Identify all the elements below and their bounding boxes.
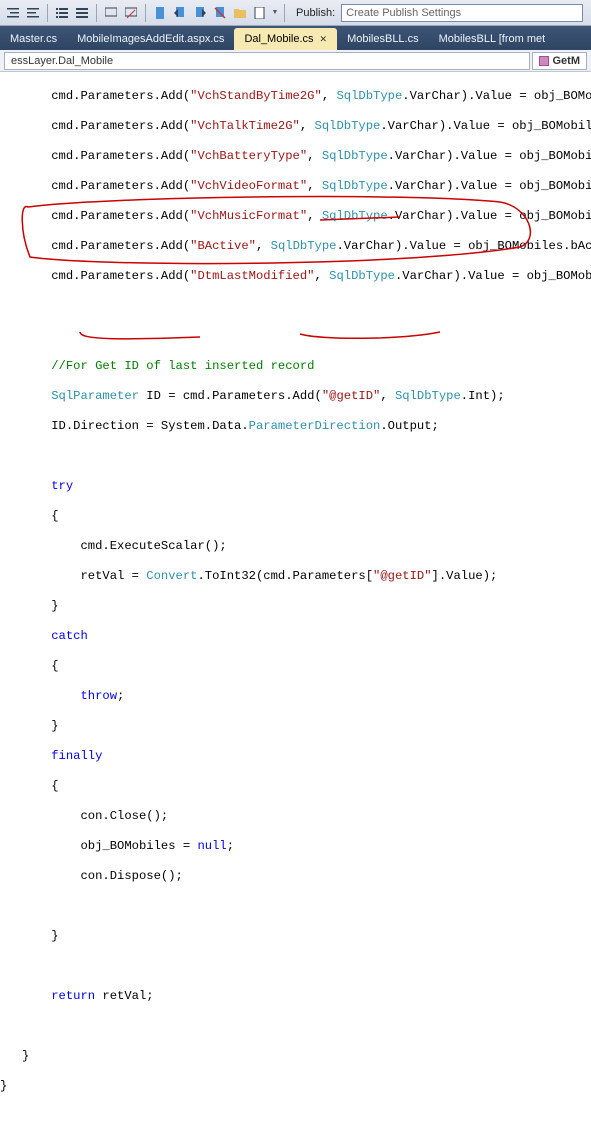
bookmark-clear-icon[interactable] bbox=[211, 4, 229, 22]
method-icon bbox=[539, 56, 549, 66]
code-line bbox=[0, 899, 591, 914]
outdent-icon[interactable] bbox=[4, 4, 22, 22]
list-icon[interactable] bbox=[53, 4, 71, 22]
code-line: ID.Direction = System.Data.ParameterDire… bbox=[0, 419, 591, 434]
code-line: } bbox=[0, 719, 591, 734]
editor-tabstrip: Master.cs MobileImagesAddEdit.aspx.cs Da… bbox=[0, 26, 591, 50]
code-line: finally bbox=[0, 749, 591, 764]
publish-combo[interactable]: Create Publish Settings bbox=[341, 4, 583, 22]
tab-mobileimages[interactable]: MobileImagesAddEdit.aspx.cs bbox=[67, 28, 234, 50]
code-line: cmd.Parameters.Add("VchMusicFormat", Sql… bbox=[0, 209, 591, 224]
code-line: cmd.Parameters.Add("VchStandByTime2G", S… bbox=[0, 89, 591, 104]
code-line: cmd.Parameters.Add("VchVideoFormat", Sql… bbox=[0, 179, 591, 194]
code-line: } bbox=[0, 1049, 591, 1064]
tab-mobilesbll[interactable]: MobilesBLL.cs bbox=[337, 28, 429, 50]
code-line: con.Close(); bbox=[0, 809, 591, 824]
toolbar-separator bbox=[47, 4, 48, 22]
code-line: cmd.Parameters.Add("BActive", SqlDbType.… bbox=[0, 239, 591, 254]
tab-label: Master.cs bbox=[10, 33, 57, 45]
code-line: { bbox=[0, 779, 591, 794]
code-line: SqlParameter ID = cmd.Parameters.Add("@g… bbox=[0, 389, 591, 404]
close-icon[interactable]: ✕ bbox=[320, 34, 328, 45]
tab-label: MobileImagesAddEdit.aspx.cs bbox=[77, 33, 224, 45]
member-selector-text: GetM bbox=[553, 55, 581, 67]
code-line: cmd.ExecuteScalar(); bbox=[0, 539, 591, 554]
code-line: //For Get ID of last inserted record bbox=[0, 359, 591, 374]
code-line: cmd.Parameters.Add("VchBatteryType", Sql… bbox=[0, 149, 591, 164]
list2-icon[interactable] bbox=[73, 4, 91, 22]
uncomment-icon[interactable] bbox=[122, 4, 140, 22]
publish-label: Publish: bbox=[290, 7, 339, 19]
code-line: { bbox=[0, 659, 591, 674]
code-line bbox=[0, 1019, 591, 1034]
toolbar: ▼ Publish: Create Publish Settings bbox=[0, 0, 591, 26]
publish-combo-text: Create Publish Settings bbox=[346, 7, 461, 19]
code-line bbox=[0, 329, 591, 344]
class-selector-text: essLayer.Dal_Mobile bbox=[11, 55, 113, 67]
code-line: cmd.Parameters.Add("DtmLastModified", Sq… bbox=[0, 269, 591, 284]
code-line: return retVal; bbox=[0, 989, 591, 1004]
tab-master[interactable]: Master.cs bbox=[0, 28, 67, 50]
bookmark-icon[interactable] bbox=[151, 4, 169, 22]
code-line bbox=[0, 299, 591, 314]
code-line: cmd.Parameters.Add("VchTalkTime2G", SqlD… bbox=[0, 119, 591, 134]
code-line: } bbox=[0, 929, 591, 944]
code-line bbox=[0, 959, 591, 974]
hand-annotation bbox=[0, 72, 591, 572]
code-line: con.Dispose(); bbox=[0, 869, 591, 884]
code-editor[interactable]: cmd.Parameters.Add("VchStandByTime2G", S… bbox=[0, 72, 591, 1146]
toolbar-separator bbox=[284, 4, 285, 22]
bookmark-next-icon[interactable] bbox=[191, 4, 209, 22]
code-line: obj_BOMobiles = null; bbox=[0, 839, 591, 854]
bookmark-folder-icon[interactable] bbox=[231, 4, 249, 22]
code-line: try bbox=[0, 479, 591, 494]
code-line: catch bbox=[0, 629, 591, 644]
toolbar-separator bbox=[96, 4, 97, 22]
comment-icon[interactable] bbox=[102, 4, 120, 22]
code-line: } bbox=[0, 599, 591, 614]
tab-label: Dal_Mobile.cs bbox=[244, 33, 313, 45]
code-nav-bar: essLayer.Dal_Mobile GetM bbox=[0, 50, 591, 72]
code-line: } bbox=[0, 1079, 591, 1094]
code-line bbox=[0, 449, 591, 464]
code-line: retVal = Convert.ToInt32(cmd.Parameters[… bbox=[0, 569, 591, 584]
dropdown-arrow-icon[interactable]: ▼ bbox=[271, 9, 279, 16]
bookmark-doc-icon[interactable] bbox=[251, 4, 269, 22]
tab-label: MobilesBLL [from met bbox=[439, 33, 546, 45]
member-selector[interactable]: GetM bbox=[532, 52, 588, 70]
bookmark-prev-icon[interactable] bbox=[171, 4, 189, 22]
code-line: throw; bbox=[0, 689, 591, 704]
tab-dal-mobile[interactable]: Dal_Mobile.cs ✕ bbox=[234, 28, 337, 50]
tab-label: MobilesBLL.cs bbox=[347, 33, 419, 45]
toolbar-separator bbox=[145, 4, 146, 22]
class-selector[interactable]: essLayer.Dal_Mobile bbox=[4, 52, 530, 70]
indent-icon[interactable] bbox=[24, 4, 42, 22]
tab-mobilesbll-meta[interactable]: MobilesBLL [from met bbox=[429, 28, 556, 50]
code-line: { bbox=[0, 509, 591, 524]
